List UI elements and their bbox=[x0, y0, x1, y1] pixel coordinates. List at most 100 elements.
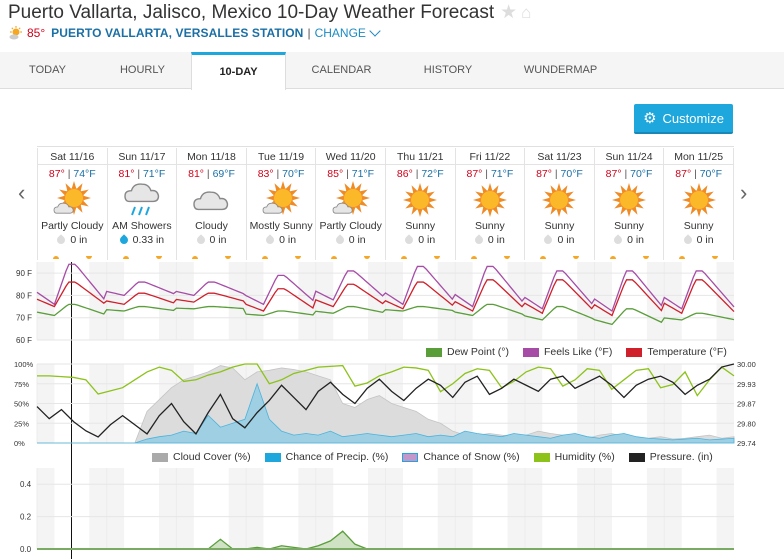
separator: | bbox=[307, 26, 311, 40]
temp-axis-tick: 60 F bbox=[16, 336, 32, 345]
pct-axis-tick: 75% bbox=[14, 380, 29, 389]
pressure-axis-tick: 29.93 bbox=[737, 380, 756, 389]
day-card[interactable]: Sat 11/16 87° | 74°F Partly Cloudy 0 in bbox=[38, 148, 108, 260]
cloud-cover-area bbox=[37, 365, 735, 444]
day-precip: 0 in bbox=[386, 234, 455, 246]
day-high: 87° bbox=[536, 168, 552, 180]
day-precip-amount: 0 in bbox=[627, 234, 645, 246]
day-precip: 0 in bbox=[664, 234, 733, 246]
night-band bbox=[228, 364, 247, 443]
day-hi-lo: 85° | 71°F bbox=[327, 168, 375, 180]
tab-history[interactable]: HISTORY bbox=[398, 52, 498, 88]
day-card[interactable]: Sun 11/24 87° | 70°F Sunny 0 in bbox=[594, 148, 665, 260]
night-band bbox=[577, 364, 595, 443]
legend-cloud-cover[interactable]: Cloud Cover (%) bbox=[152, 451, 251, 463]
customize-button[interactable]: ⚙ Customize bbox=[634, 104, 733, 134]
legend-chance-precip[interactable]: Chance of Precip. (%) bbox=[264, 451, 389, 463]
day-low: 70°F bbox=[699, 168, 723, 180]
favorite-star-icon[interactable]: ★ bbox=[500, 2, 517, 23]
day-low: 72°F bbox=[421, 168, 444, 180]
previous-days-arrow[interactable]: ‹ bbox=[18, 180, 25, 206]
day-low: 74°F bbox=[73, 168, 96, 180]
temp-legend: Dew Point (°) Feels Like (°F) Temperatur… bbox=[412, 346, 727, 358]
day-high: 86° bbox=[396, 168, 413, 180]
night-band bbox=[368, 262, 386, 340]
day-hi-lo: 81° | 71°F bbox=[118, 168, 166, 180]
day-card[interactable]: Tue 11/19 83° | 70°F Mostly Sunny 0 in bbox=[246, 148, 317, 260]
day-card[interactable]: Sun 11/17 81° | 71°F AM Showers 0.33 in bbox=[107, 148, 178, 260]
day-hi-lo: 87° | 70°F bbox=[536, 168, 583, 180]
night-band bbox=[298, 468, 316, 549]
sunset-icon bbox=[433, 256, 440, 259]
home-icon[interactable]: ⌂ bbox=[521, 3, 531, 22]
sunrise-icon bbox=[540, 256, 547, 259]
day-date: Sun 11/24 bbox=[594, 148, 664, 165]
day-precip-amount: 0 in bbox=[348, 234, 366, 246]
night-band bbox=[246, 364, 264, 443]
tab-wundermap[interactable]: WUNDERMAP bbox=[498, 52, 623, 88]
night-band bbox=[37, 364, 55, 443]
pressure-axis-tick: 29.74 bbox=[737, 439, 756, 448]
change-station-link[interactable]: CHANGE bbox=[315, 26, 366, 40]
sunset-icon bbox=[155, 256, 162, 259]
legend-humidity[interactable]: Humidity (%) bbox=[533, 451, 615, 463]
sunset-icon bbox=[503, 256, 510, 259]
legend-dew-point[interactable]: Dew Point (°) bbox=[426, 346, 509, 358]
legend-temperature[interactable]: Temperature (°F) bbox=[626, 346, 727, 358]
sunset-icon bbox=[573, 256, 580, 259]
day-card[interactable]: Mon 11/25 87° | 70°F Sunny 0 in bbox=[664, 148, 734, 260]
day-card[interactable]: Fri 11/22 87° | 71°F Sunny 0 in bbox=[455, 148, 526, 260]
legend-chance-snow[interactable]: Chance of Snow (%) bbox=[402, 451, 520, 463]
legend-pressure[interactable]: Pressure. (in) bbox=[628, 451, 713, 463]
series-temperature-f- bbox=[36, 279, 735, 317]
legend-label: Chance of Precip. (%) bbox=[285, 451, 389, 463]
day-precip: 0 in bbox=[247, 234, 316, 246]
sunrise-icon bbox=[609, 256, 616, 259]
night-band bbox=[437, 468, 456, 549]
raindrop-icon bbox=[542, 234, 555, 246]
tab-10-day[interactable]: 10-DAY bbox=[191, 52, 286, 90]
sunny-icon bbox=[456, 180, 525, 220]
night-band bbox=[176, 262, 194, 340]
pct-axis-tick: 50% bbox=[14, 400, 29, 409]
day-low: 71°F bbox=[490, 168, 514, 180]
night-band bbox=[664, 262, 682, 340]
night-band bbox=[577, 468, 595, 549]
day-precip: 0.33 in bbox=[108, 234, 177, 246]
tab-calendar[interactable]: CALENDAR bbox=[285, 52, 398, 88]
sunset-icon bbox=[86, 256, 92, 259]
tab-today[interactable]: TODAY bbox=[0, 52, 95, 88]
night-band bbox=[646, 262, 665, 340]
night-band bbox=[106, 364, 125, 443]
partly-cloudy-icon bbox=[247, 180, 316, 220]
night-band bbox=[507, 468, 525, 549]
night-band bbox=[158, 364, 177, 443]
night-band bbox=[664, 468, 682, 549]
station-name-link[interactable]: PUERTO VALLARTA, VERSALLES STATION bbox=[51, 26, 303, 40]
legend-label: Feels Like (°F) bbox=[543, 346, 613, 358]
night-band bbox=[246, 468, 264, 549]
tab-hourly[interactable]: HOURLY bbox=[95, 52, 190, 88]
night-band bbox=[37, 468, 55, 549]
legend-label: Pressure. (in) bbox=[649, 451, 713, 463]
day-card[interactable]: Mon 11/18 81° | 69°F Cloudy 0 in bbox=[177, 148, 247, 260]
day-hi-lo: 87° | 74°F bbox=[48, 168, 96, 180]
day-card[interactable]: Thu 11/21 86° | 72°F Sunny 0 in bbox=[385, 148, 456, 260]
night-band bbox=[524, 468, 543, 549]
day-card[interactable]: Wed 11/20 85° | 71°F Partly Cloudy 0 in bbox=[316, 148, 386, 260]
pct-axis-tick: 0% bbox=[14, 439, 25, 448]
night-band bbox=[368, 364, 386, 443]
pressure-line bbox=[36, 363, 735, 438]
day-hi-lo: 87° | 70°F bbox=[605, 168, 653, 180]
chevron-down-icon[interactable] bbox=[369, 25, 381, 37]
day-low: 71°F bbox=[142, 168, 166, 180]
day-card[interactable]: Sat 11/23 87° | 70°F Sunny 0 in bbox=[525, 148, 595, 260]
night-band bbox=[385, 468, 403, 549]
day-hi-lo: 86° | 72°F bbox=[396, 168, 444, 180]
day-precip: 0 in bbox=[525, 234, 594, 246]
sunset-icon bbox=[364, 256, 371, 259]
day-precip-amount: 0 in bbox=[418, 234, 436, 246]
legend-feels-like[interactable]: Feels Like (°F) bbox=[522, 346, 613, 358]
next-days-arrow[interactable]: › bbox=[740, 180, 747, 206]
night-band bbox=[158, 262, 177, 340]
